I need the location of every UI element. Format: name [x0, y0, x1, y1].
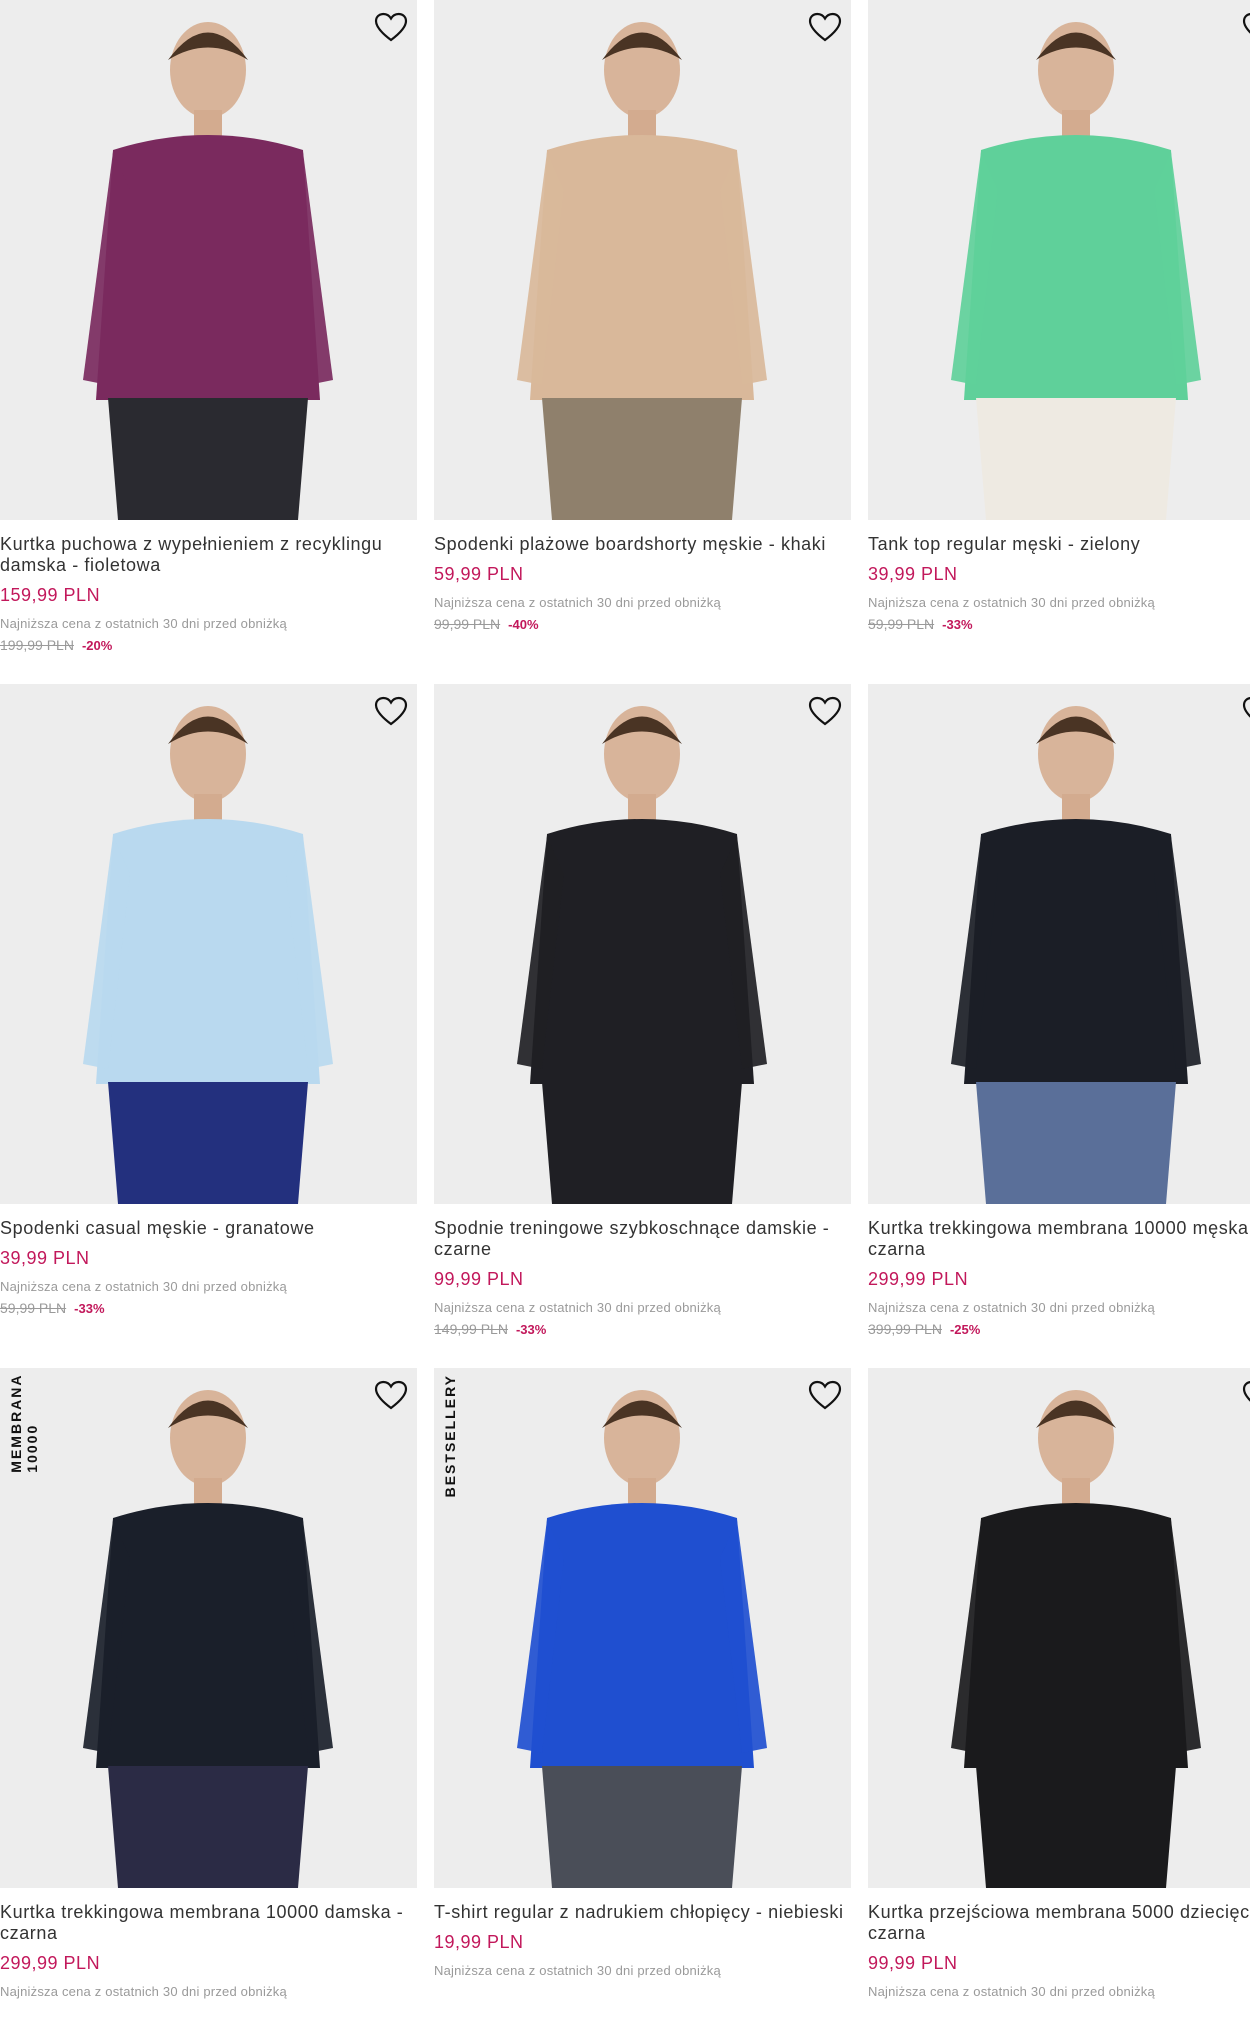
product-image[interactable]	[434, 684, 851, 1204]
old-price-row: 399,99 PLN -25%	[868, 1321, 980, 1337]
product-title[interactable]: Tank top regular męski - zielony	[868, 534, 1250, 555]
old-price-row: 59,99 PLN -33%	[868, 616, 973, 632]
lowest-price-note: Najniższa cena z ostatnich 30 dni przed …	[868, 595, 1155, 610]
wishlist-heart-icon[interactable]	[807, 10, 843, 44]
model-neck	[1062, 794, 1090, 820]
model-garment	[530, 1503, 754, 1768]
product-title[interactable]: Kurtka puchowa z wypełnieniem z recyklin…	[0, 534, 412, 576]
model-garment	[96, 1503, 320, 1768]
old-price-row	[0, 2005, 8, 2021]
old-price-row: 199,99 PLN -20%	[0, 637, 112, 653]
lowest-price-note: Najniższa cena z ostatnich 30 dni przed …	[0, 1279, 287, 1294]
product-badge: BESTSELLERY	[442, 1374, 458, 1498]
old-price-row: 59,99 PLN -33%	[0, 1300, 105, 1316]
model-bottoms	[976, 1766, 1176, 1888]
model-bottoms	[542, 1082, 742, 1204]
product-title[interactable]: Kurtka trekkingowa membrana 10000 damska…	[0, 1902, 412, 1944]
product-price: 99,99 PLN	[868, 1953, 958, 1973]
model-bottoms	[108, 1766, 308, 1888]
wishlist-heart-icon[interactable]	[1241, 10, 1250, 44]
model-garment	[964, 135, 1188, 400]
model-garment	[96, 819, 320, 1084]
discount-badge: -25%	[949, 1322, 981, 1337]
model-neck	[628, 1478, 656, 1504]
discount-badge: -20%	[81, 638, 113, 653]
wishlist-heart-icon[interactable]	[807, 694, 843, 728]
product-price: 19,99 PLN	[434, 1932, 524, 1952]
model-bottoms	[542, 1766, 742, 1888]
model-garment	[530, 819, 754, 1084]
product-image[interactable]	[0, 0, 417, 520]
old-price: 99,99 PLN	[434, 616, 501, 632]
model-neck	[194, 1478, 222, 1504]
product-image[interactable]	[868, 684, 1250, 1204]
product-price: 99,99 PLN	[434, 1269, 524, 1289]
model-neck	[194, 794, 222, 820]
product-image[interactable]	[434, 0, 851, 520]
lowest-price-note: Najniższa cena z ostatnich 30 dni przed …	[434, 1300, 721, 1315]
discount-badge: -33%	[74, 1301, 105, 1316]
model-garment	[530, 135, 754, 400]
old-price-row: 99,99 PLN -40%	[434, 616, 539, 632]
old-price-row	[868, 2005, 876, 2021]
model-neck	[628, 110, 656, 136]
model-bottoms	[542, 398, 742, 520]
wishlist-heart-icon[interactable]	[373, 1378, 409, 1412]
old-price: 59,99 PLN	[868, 616, 935, 632]
discount-badge: -33%	[515, 1322, 547, 1337]
lowest-price-note: Najniższa cena z ostatnich 30 dni przed …	[0, 1984, 287, 1999]
product-title[interactable]: Spodenki casual męskie - granatowe	[0, 1218, 412, 1239]
old-price: 199,99 PLN	[0, 637, 74, 653]
product-badge: MEMBRANA 10000	[8, 1374, 40, 1473]
model-garment	[964, 819, 1188, 1084]
wishlist-heart-icon[interactable]	[807, 1378, 843, 1412]
lowest-price-note: Najniższa cena z ostatnich 30 dni przed …	[434, 595, 721, 610]
product-image[interactable]	[868, 0, 1250, 520]
wishlist-heart-icon[interactable]	[1241, 694, 1250, 728]
product-price: 39,99 PLN	[868, 564, 958, 584]
product-price: 299,99 PLN	[0, 1953, 101, 1973]
wishlist-heart-icon[interactable]	[373, 10, 409, 44]
lowest-price-note: Najniższa cena z ostatnich 30 dni przed …	[0, 616, 287, 631]
old-price: 149,99 PLN	[434, 1321, 508, 1337]
model-garment	[964, 1503, 1188, 1768]
old-price-row	[434, 1984, 442, 2000]
model-neck	[1062, 1478, 1090, 1504]
model-bottoms	[108, 1082, 308, 1204]
product-title[interactable]: Spodenki plażowe boardshorty męskie - kh…	[434, 534, 846, 555]
model-neck	[194, 110, 222, 136]
product-image[interactable]	[868, 1368, 1250, 1888]
product-title[interactable]: Spodnie treningowe szybkoschnące damskie…	[434, 1218, 846, 1260]
product-image[interactable]	[0, 1368, 417, 1888]
wishlist-heart-icon[interactable]	[373, 694, 409, 728]
product-image[interactable]	[0, 684, 417, 1204]
product-title[interactable]: Kurtka trekkingowa membrana 10000 męska …	[868, 1218, 1250, 1260]
lowest-price-note: Najniższa cena z ostatnich 30 dni przed …	[434, 1963, 721, 1978]
model-neck	[1062, 110, 1090, 136]
model-bottoms	[976, 1082, 1176, 1204]
product-price: 59,99 PLN	[434, 564, 524, 584]
lowest-price-note: Najniższa cena z ostatnich 30 dni przed …	[868, 1984, 1155, 1999]
old-price-row: 149,99 PLN -33%	[434, 1321, 546, 1337]
model-bottoms	[108, 398, 308, 520]
model-garment	[96, 135, 320, 400]
wishlist-heart-icon[interactable]	[1241, 1378, 1250, 1412]
product-price: 159,99 PLN	[0, 585, 101, 605]
product-title[interactable]: Kurtka przejściowa membrana 5000 dziecię…	[868, 1902, 1250, 1944]
product-title[interactable]: T-shirt regular z nadrukiem chłopięcy - …	[434, 1902, 846, 1923]
product-price: 299,99 PLN	[868, 1269, 969, 1289]
product-price: 39,99 PLN	[0, 1248, 90, 1268]
model-bottoms	[976, 398, 1176, 520]
lowest-price-note: Najniższa cena z ostatnich 30 dni przed …	[868, 1300, 1155, 1315]
discount-badge: -33%	[942, 617, 973, 632]
old-price: 399,99 PLN	[868, 1321, 942, 1337]
product-image[interactable]	[434, 1368, 851, 1888]
model-neck	[628, 794, 656, 820]
old-price: 59,99 PLN	[0, 1300, 67, 1316]
discount-badge: -40%	[508, 617, 539, 632]
